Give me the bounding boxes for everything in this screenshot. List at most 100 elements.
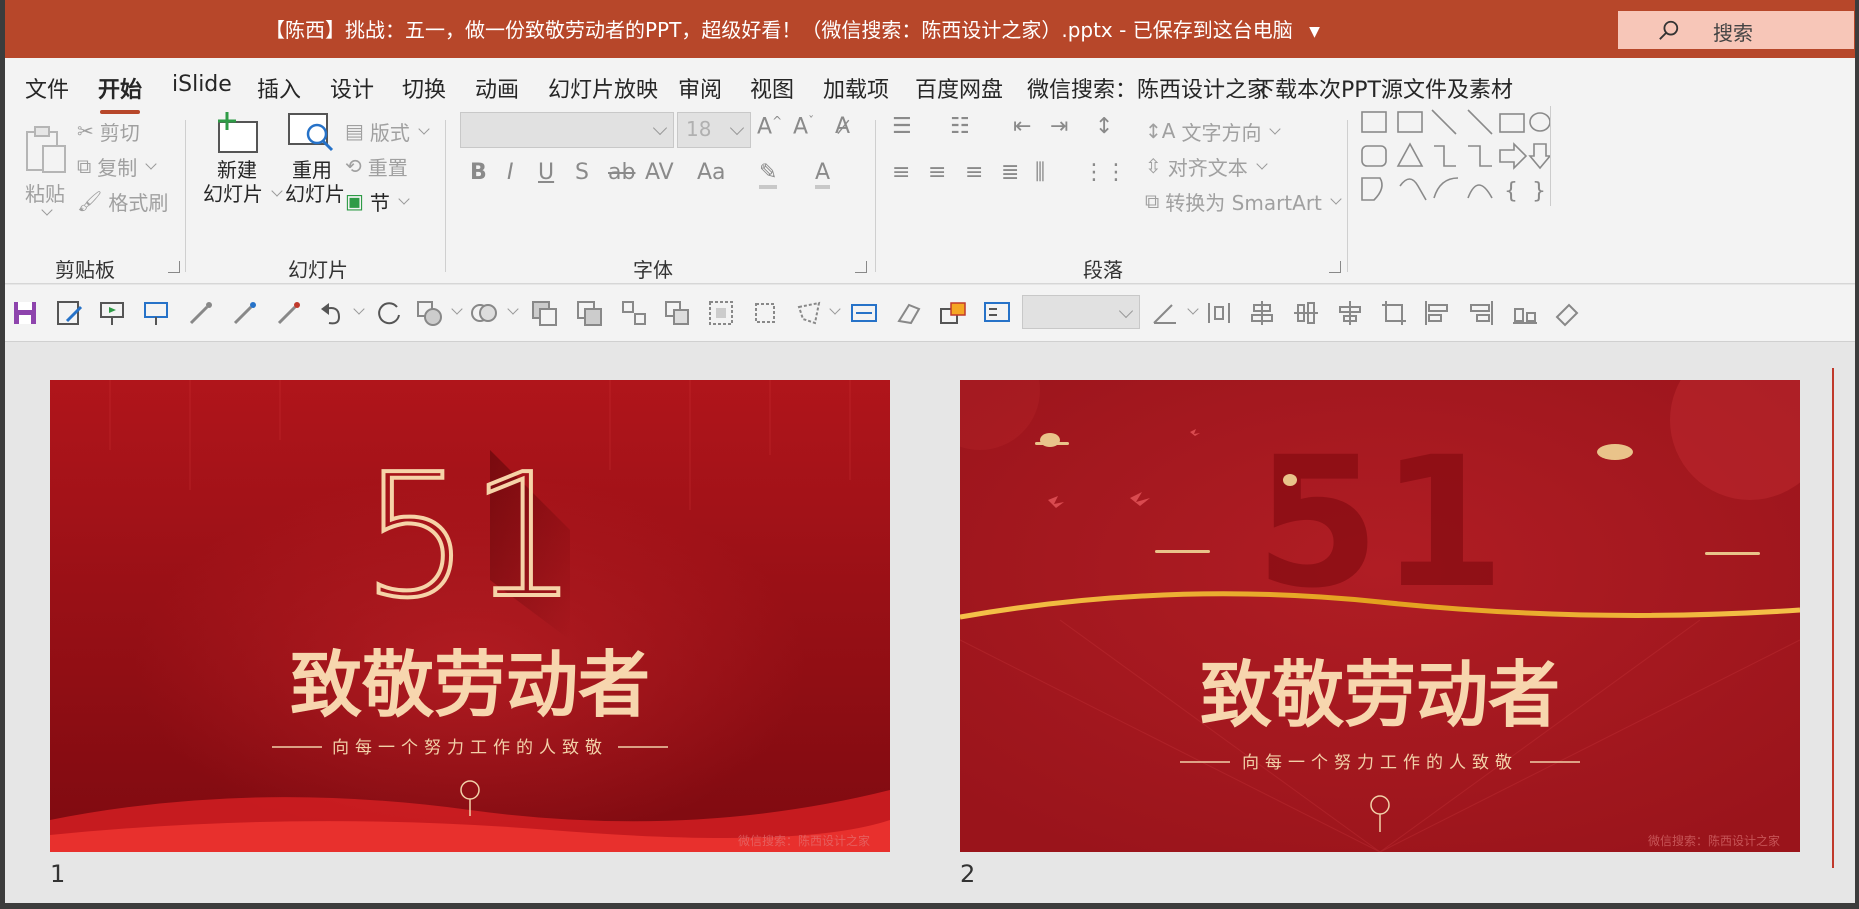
distributed-icon[interactable]: ⫼ — [1035, 160, 1045, 185]
clipboard-dialog-launcher[interactable] — [168, 261, 180, 273]
format-painter-button[interactable]: 🖌 格式刷 — [77, 176, 168, 226]
chevron-down-icon[interactable]: ▼ — [1309, 24, 1320, 40]
align-center-vertical-icon[interactable] — [1248, 299, 1276, 327]
eraser-icon[interactable] — [1553, 299, 1581, 327]
tab-slideshow[interactable]: 幻灯片放映 — [548, 72, 658, 104]
select-pane-icon[interactable] — [707, 299, 735, 327]
reset-icon: ⟲ — [345, 154, 362, 178]
slide-thumbnail-1[interactable]: 51 致敬劳动者 向每一个努力工作的人致敬 微信搜索：陈西设计之家 — [50, 380, 890, 852]
text-direction-icon: ↕A — [1145, 119, 1176, 143]
crop-icon[interactable] — [1380, 299, 1408, 327]
align-middle-icon[interactable] — [1292, 299, 1320, 327]
slide-1-big-number: 51 — [362, 438, 578, 636]
present-from-current-icon[interactable] — [142, 299, 170, 327]
redo-icon[interactable] — [375, 299, 403, 327]
align-right-objects-icon[interactable] — [1467, 299, 1495, 327]
tab-insert[interactable]: 插入 — [257, 72, 301, 104]
bold-icon[interactable]: B — [470, 160, 487, 185]
tab-baidu-netdisk[interactable]: 百度网盘 — [915, 72, 1003, 104]
tab-file[interactable]: 文件 — [25, 72, 69, 104]
slide-1-watermark: 微信搜索：陈西设计之家 — [738, 833, 870, 848]
numbering-icon[interactable]: ☷ — [950, 114, 970, 139]
document-title[interactable]: 【陈西】挑战：五一，做一份致敬劳动者的PPT，超级好看！（微信搜索：陈西设计之家… — [265, 14, 1320, 43]
align-left-icon[interactable]: ≡ — [892, 160, 910, 185]
columns-icon[interactable]: ⋮⋮ — [1083, 160, 1127, 185]
section-button[interactable]: ▣ 节 — [345, 176, 410, 226]
font-dialog-launcher[interactable] — [855, 261, 867, 273]
slide-1-title: 致敬劳动者 — [290, 642, 650, 727]
tab-animations[interactable]: 动画 — [475, 72, 519, 104]
strikethrough-icon[interactable]: ab — [608, 160, 635, 185]
merge-shapes-dropdown-icon[interactable] — [507, 303, 519, 315]
font-size-select[interactable]: 18 — [677, 112, 751, 148]
undo-icon[interactable] — [317, 299, 345, 327]
eyedropper-outline-icon[interactable] — [231, 299, 259, 327]
present-from-beginning-icon[interactable] — [98, 299, 126, 327]
reuse-slides-label-2[interactable]: 幻灯片 — [285, 178, 345, 207]
search-box[interactable]: 搜索 — [1618, 11, 1854, 49]
align-left-objects-icon[interactable] — [1423, 299, 1451, 327]
tab-view[interactable]: 视图 — [750, 72, 794, 104]
tab-addins[interactable]: 加载项 — [823, 72, 889, 104]
align-bottom-icon[interactable] — [1511, 299, 1539, 327]
save-icon[interactable] — [11, 299, 39, 327]
italic-icon[interactable]: I — [507, 160, 514, 185]
new-slide-button[interactable]: 幻灯片 — [203, 178, 283, 207]
eyedropper-icon[interactable] — [187, 299, 215, 327]
shape-fill-dropdown-icon[interactable] — [451, 303, 463, 315]
paste-label: 粘贴 — [25, 182, 65, 206]
send-backward-icon[interactable] — [575, 299, 603, 327]
decrease-indent-icon[interactable]: ⇤ — [1013, 114, 1031, 139]
tab-design[interactable]: 设计 — [330, 72, 374, 104]
undo-dropdown-icon[interactable] — [353, 303, 365, 315]
merge-shapes-icon[interactable] — [470, 299, 498, 327]
shape-fill-icon[interactable] — [415, 299, 443, 327]
shape-outline-dropdown-icon[interactable] — [1187, 303, 1199, 315]
vertical-scrollbar[interactable] — [1832, 368, 1834, 868]
tab-islide[interactable]: iSlide — [172, 72, 232, 97]
clear-formatting-icon[interactable]: A̷ — [835, 114, 850, 139]
selection-pane-icon[interactable] — [983, 299, 1011, 327]
align-objects-icon[interactable] — [751, 299, 779, 327]
shape-outline-icon[interactable] — [1150, 299, 1178, 327]
qat-select[interactable] — [1022, 295, 1140, 329]
align-right-icon[interactable]: ≡ — [965, 160, 983, 185]
shapes-gallery-scroll[interactable] — [1550, 106, 1572, 206]
tab-home[interactable]: 开始 — [98, 72, 142, 114]
tab-transitions[interactable]: 切换 — [402, 72, 446, 104]
font-family-select[interactable] — [460, 112, 674, 148]
underline-icon[interactable]: U — [538, 160, 554, 185]
save-as-icon[interactable] — [55, 299, 83, 327]
tab-review[interactable]: 审阅 — [678, 72, 722, 104]
shadow-icon[interactable]: S — [575, 160, 589, 185]
freeform-dropdown-icon[interactable] — [829, 303, 841, 315]
tab-wechat-search[interactable]: 微信搜索：陈西设计之家 — [1027, 72, 1269, 104]
group-icon[interactable] — [620, 299, 648, 327]
increase-font-icon[interactable]: A^ — [757, 114, 782, 139]
format-brush-icon[interactable] — [895, 299, 923, 327]
bring-forward-icon[interactable] — [530, 299, 558, 327]
freeform-select-icon[interactable] — [795, 299, 823, 327]
ungroup-icon[interactable] — [663, 299, 691, 327]
slide-thumbnail-2[interactable]: 51 致敬劳动者 向每一个努力工作的人致敬 微信搜索：陈西设计之家 — [960, 380, 1800, 852]
change-case-icon[interactable]: Aa — [697, 160, 726, 185]
font-color-icon[interactable]: A — [815, 160, 831, 189]
convert-smartart-button[interactable]: ⧉ 转换为 SmartArt — [1145, 176, 1342, 226]
increase-indent-icon[interactable]: ⇥ — [1050, 114, 1068, 139]
replace-picture-icon[interactable] — [939, 299, 967, 327]
paste-button[interactable]: 粘贴 — [25, 178, 65, 207]
distribute-horizontal-icon[interactable] — [1205, 299, 1233, 327]
align-center-icon[interactable]: ≡ — [928, 160, 946, 185]
shapes-gallery[interactable]: { } — [1360, 106, 1550, 206]
eyedropper-text-icon[interactable] — [275, 299, 303, 327]
justify-icon[interactable]: ≣ — [1001, 160, 1019, 185]
tab-download-source[interactable]: 下载本次PPT源文件及素材 — [1253, 72, 1513, 104]
character-spacing-icon[interactable]: AV — [645, 160, 674, 185]
decrease-font-icon[interactable]: Aˇ — [793, 114, 814, 139]
paragraph-dialog-launcher[interactable] — [1329, 261, 1341, 273]
align-top-icon[interactable] — [1336, 299, 1364, 327]
highlight-icon[interactable]: ✎ — [759, 160, 778, 189]
bullets-icon[interactable]: ☰ — [892, 114, 912, 139]
line-spacing-icon[interactable]: ↕ — [1095, 114, 1113, 139]
text-box-icon[interactable] — [850, 299, 878, 327]
